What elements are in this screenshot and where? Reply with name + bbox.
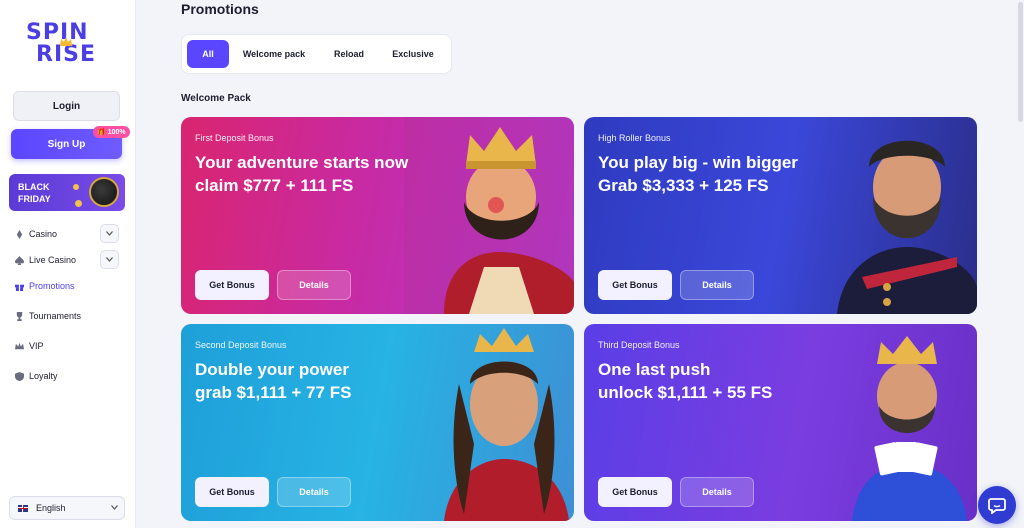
sidebar-item-label: Tournaments [29, 311, 82, 321]
headline-line-1: Double your power [195, 360, 349, 379]
black-friday-banner[interactable]: BLACK FRIDAY [9, 174, 125, 211]
scrollbar-thumb[interactable] [1018, 2, 1023, 122]
cards-icon [16, 229, 23, 239]
tab-reload[interactable]: Reload [320, 40, 378, 68]
sidebar-item-label: Loyalty [29, 371, 58, 381]
card-subtitle: High Roller Bonus [598, 133, 671, 143]
live-casino-expand-button[interactable] [100, 250, 119, 269]
promo-card-high-roller: High Roller Bonus You play big - win big… [584, 117, 977, 314]
uk-flag-icon [18, 504, 28, 512]
headline-line-1: You play big - win bigger [598, 153, 798, 172]
gift-icon [15, 282, 24, 291]
get-bonus-button[interactable]: Get Bonus [195, 477, 269, 507]
details-button[interactable]: Details [680, 477, 754, 507]
headline-line-2: grab $1,111 + 77 FS [195, 383, 352, 402]
sidebar-item-label: Promotions [29, 281, 75, 291]
chevron-down-icon [111, 505, 118, 510]
coin-decoration [75, 200, 82, 207]
headline-line-2: Grab $3,333 + 125 FS [598, 176, 769, 195]
casino-expand-button[interactable] [100, 224, 119, 243]
chat-bubble-icon [988, 498, 1006, 514]
details-button[interactable]: Details [277, 477, 351, 507]
details-button[interactable]: Details [680, 270, 754, 300]
spade-icon [15, 255, 24, 265]
logo[interactable]: SPIN RISE [26, 22, 110, 68]
sidebar-item-loyalty[interactable]: Loyalty [15, 368, 58, 384]
promo-card-first-deposit: First Deposit Bonus Your adventure start… [181, 117, 574, 314]
headline-line-2: claim $777 + 111 FS [195, 176, 354, 195]
signup-bonus-badge: 🎁 100% [93, 126, 130, 138]
gift-icon: 🎁 [97, 129, 106, 136]
sidebar-item-label: VIP [29, 341, 44, 351]
sidebar-item-casino[interactable]: Casino [15, 226, 57, 242]
shield-icon [15, 371, 24, 381]
promotion-tabs: All Welcome pack Reload Exclusive [181, 34, 452, 74]
card-headline: One last push unlock $1,111 + 55 FS [598, 358, 772, 404]
signup-badge-text: 100% [107, 128, 126, 136]
tab-all[interactable]: All [187, 40, 229, 68]
headline-line-2: unlock $1,111 + 55 FS [598, 383, 773, 402]
language-label: English [36, 503, 66, 513]
card-subtitle: First Deposit Bonus [195, 133, 274, 143]
sidebar-item-promotions[interactable]: Promotions [15, 278, 75, 294]
get-bonus-button[interactable]: Get Bonus [598, 477, 672, 507]
sidebar-item-label: Casino [29, 229, 58, 239]
card-headline: Double your power grab $1,111 + 77 FS [195, 358, 351, 404]
king-character-illustration [404, 117, 574, 314]
page-scrollbar[interactable] [1016, 0, 1024, 528]
section-title: Welcome Pack [181, 93, 251, 104]
card-subtitle: Second Deposit Bonus [195, 340, 287, 350]
card-headline: You play big - win bigger Grab $3,333 + … [598, 151, 798, 197]
login-button[interactable]: Login [13, 91, 120, 121]
chevron-down-icon [106, 231, 113, 236]
sidebar-item-live-casino[interactable]: Live Casino [15, 252, 76, 268]
card-king-character-illustration [852, 336, 967, 521]
banner-line-1: BLACK [18, 182, 50, 192]
coin-decoration [73, 184, 79, 190]
card-headline: Your adventure starts now claim $777 + 1… [195, 151, 408, 197]
black-friday-coin-icon [89, 177, 119, 207]
tab-welcome-pack[interactable]: Welcome pack [234, 40, 314, 68]
crown-icon [15, 342, 24, 349]
queen-character-illustration [444, 328, 569, 521]
promo-card-second-deposit: Second Deposit Bonus Double your power g… [181, 324, 574, 521]
headline-line-1: Your adventure starts now [195, 153, 409, 172]
headline-line-1: One last push [598, 360, 711, 379]
sidebar-item-tournaments[interactable]: Tournaments [15, 308, 81, 324]
page-title: Promotions [181, 1, 259, 17]
captain-character-illustration [837, 140, 977, 314]
crown-icon [60, 37, 72, 46]
banner-line-2: FRIDAY [18, 194, 51, 204]
sidebar: SPIN RISE Login Sign Up 🎁 100% BLACK FRID… [0, 0, 136, 528]
card-subtitle: Third Deposit Bonus [598, 340, 680, 350]
logo-text-bottom: RISE [36, 42, 96, 67]
language-selector[interactable]: English [9, 496, 125, 520]
details-button[interactable]: Details [277, 270, 351, 300]
live-chat-button[interactable] [978, 486, 1016, 524]
promo-card-third-deposit: Third Deposit Bonus One last push unlock… [584, 324, 977, 521]
tab-exclusive[interactable]: Exclusive [382, 40, 444, 68]
black-friday-text: BLACK FRIDAY [18, 181, 51, 205]
chevron-down-icon [106, 257, 113, 262]
get-bonus-button[interactable]: Get Bonus [598, 270, 672, 300]
sidebar-item-vip[interactable]: VIP [15, 338, 44, 354]
sidebar-item-label: Live Casino [29, 255, 77, 265]
trophy-icon [16, 311, 23, 321]
get-bonus-button[interactable]: Get Bonus [195, 270, 269, 300]
